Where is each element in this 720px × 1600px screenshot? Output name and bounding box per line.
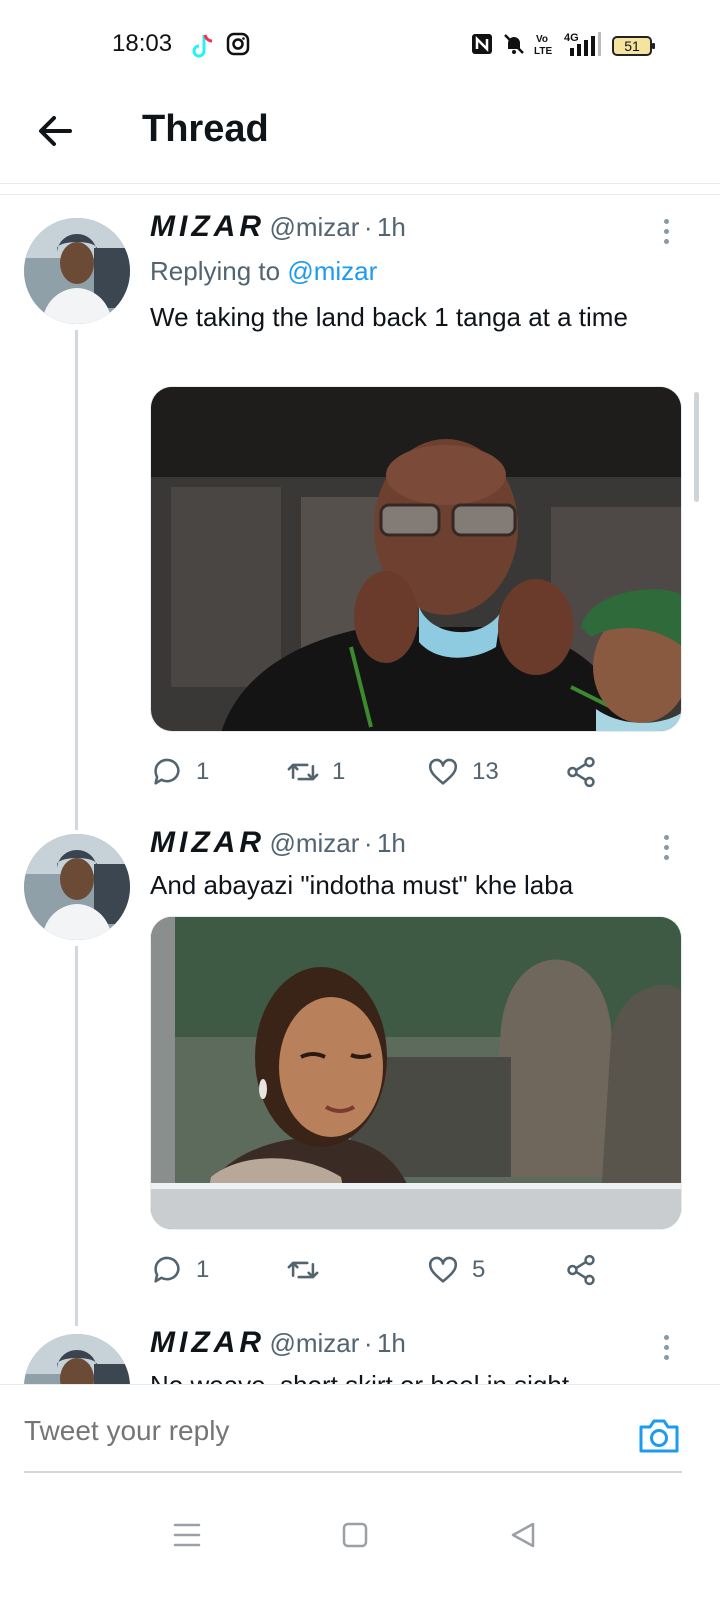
separator-dot: · — [363, 1328, 373, 1358]
status-time: 18:03 — [112, 30, 173, 57]
share-button[interactable] — [564, 1250, 598, 1290]
home-button[interactable] — [330, 1510, 380, 1560]
thread-feed[interactable]: MIZAR @mizar · 1h Replying to @mizar We … — [0, 196, 720, 1386]
tweet-header: MIZAR @mizar · 1h — [150, 210, 406, 250]
reply-count: 1 — [196, 1256, 210, 1283]
display-name[interactable]: MIZAR — [150, 210, 265, 243]
share-icon — [567, 756, 595, 788]
share-icon — [567, 1254, 595, 1286]
like-count: 13 — [472, 758, 499, 785]
back-button[interactable] — [30, 106, 80, 156]
status-bar: 18:03 Vo LTE 4G 51 — [0, 0, 720, 80]
photo-woman-winking-in-car — [151, 917, 681, 1229]
more-options-button[interactable] — [654, 830, 678, 870]
like-button[interactable]: 13 — [426, 752, 499, 792]
tweet-actions: 1 5 — [150, 1250, 620, 1290]
svg-text:4G: 4G — [564, 32, 579, 44]
tiktok-icon — [192, 34, 213, 58]
like-count: 5 — [472, 1256, 486, 1283]
instagram-icon — [226, 32, 250, 56]
reply-count: 1 — [196, 758, 210, 785]
photo-elderly-man-adjusting-mask — [151, 387, 681, 731]
display-name[interactable]: MIZAR — [150, 826, 265, 859]
more-options-button[interactable] — [654, 214, 678, 254]
tweet-header: MIZAR @mizar · 1h — [150, 826, 406, 866]
tweet-text: And abayazi "indotha must" khe laba — [150, 870, 574, 900]
retweet-button[interactable] — [286, 1250, 332, 1290]
tweet-time: 1h — [376, 1328, 406, 1358]
like-button[interactable]: 5 — [426, 1250, 485, 1290]
user-handle[interactable]: @mizar — [269, 212, 359, 242]
tweet-text: We taking the land back 1 tanga at a tim… — [150, 302, 628, 332]
signal-icon: 4G — [564, 32, 601, 56]
back-triangle-icon — [511, 1522, 535, 1548]
tweet-time: 1h — [376, 212, 406, 242]
tweet-time: 1h — [376, 828, 406, 858]
user-handle[interactable]: @mizar — [269, 828, 359, 858]
reply-icon — [154, 1256, 180, 1283]
avatar-photo — [24, 218, 130, 324]
recent-apps-button[interactable] — [162, 1510, 212, 1560]
tweet-actions: 1 1 13 — [150, 752, 620, 792]
avatar[interactable] — [24, 834, 130, 940]
divider — [0, 194, 720, 195]
replying-to-label: Replying to — [150, 256, 288, 286]
tweet-media-photo[interactable] — [150, 386, 682, 732]
separator-dot: · — [363, 828, 373, 858]
nfc-icon — [472, 34, 492, 54]
display-name[interactable]: MIZAR — [150, 1326, 265, 1359]
reply-button[interactable]: 1 — [150, 1250, 209, 1290]
retweet-icon — [287, 763, 319, 781]
reply-button[interactable]: 1 — [150, 752, 209, 792]
camera-icon — [639, 1419, 679, 1453]
thread-line — [75, 330, 78, 830]
camera-button[interactable] — [636, 1413, 682, 1459]
avatar-photo — [24, 834, 130, 940]
replying-to: Replying to @mizar — [150, 256, 377, 287]
home-square-icon — [342, 1522, 368, 1548]
thread-line — [75, 946, 78, 1326]
share-button[interactable] — [564, 752, 598, 792]
avatar-photo — [24, 1334, 130, 1386]
user-handle[interactable]: @mizar — [269, 1328, 359, 1358]
svg-text:LTE: LTE — [534, 46, 552, 56]
svg-text:Vo: Vo — [536, 34, 548, 45]
heart-icon — [428, 758, 458, 785]
scrollbar[interactable] — [694, 392, 699, 502]
reply-icon — [154, 758, 180, 785]
reply-composer — [0, 1384, 720, 1484]
thread-header: Thread — [0, 80, 720, 184]
tweet-media-photo[interactable] — [150, 916, 682, 1230]
avatar[interactable] — [24, 1334, 130, 1386]
replying-to-handle[interactable]: @mizar — [287, 256, 377, 286]
retweet-button[interactable]: 1 — [286, 752, 345, 792]
system-nav-bar — [0, 1484, 720, 1600]
arrow-left-icon — [39, 116, 72, 146]
battery-icon: 51 — [612, 36, 655, 56]
separator-dot: · — [363, 212, 373, 242]
mute-icon — [504, 34, 524, 54]
reply-input[interactable] — [24, 1415, 584, 1447]
more-options-button[interactable] — [654, 1330, 678, 1370]
menu-icon — [173, 1523, 201, 1547]
system-back-button[interactable] — [498, 1510, 548, 1560]
reply-underline — [24, 1471, 682, 1473]
volte-icon: Vo LTE — [534, 34, 552, 56]
retweet-icon — [287, 1261, 319, 1279]
tweet-text: No weave, short skirt or heel in sight — [150, 1370, 570, 1386]
tweet-header: MIZAR @mizar · 1h — [150, 1326, 406, 1366]
heart-icon — [428, 1256, 458, 1283]
avatar[interactable] — [24, 218, 130, 324]
page-title: Thread — [142, 108, 269, 150]
retweet-count: 1 — [332, 758, 346, 785]
